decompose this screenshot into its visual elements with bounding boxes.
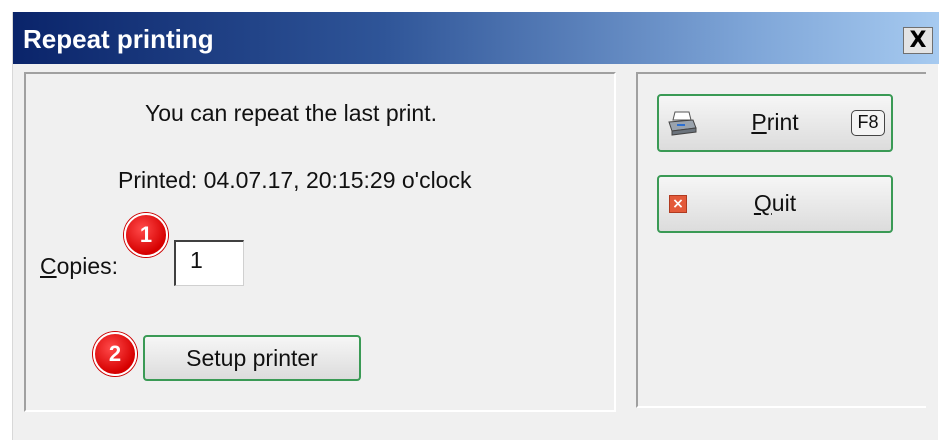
repeat-message: You can repeat the last print. bbox=[145, 100, 437, 126]
copies-label: Copies: bbox=[40, 253, 118, 280]
setup-printer-button[interactable]: Setup printer bbox=[143, 335, 361, 381]
quit-label-rest: uit bbox=[771, 190, 797, 216]
copies-label-rest: opies: bbox=[56, 253, 118, 279]
close-button[interactable]: X bbox=[903, 27, 933, 54]
title-bar[interactable]: Repeat printing X bbox=[13, 12, 939, 64]
callout-marker-1: 1 bbox=[124, 213, 168, 257]
print-label-rest: rint bbox=[766, 109, 799, 135]
close-icon: X bbox=[909, 27, 927, 53]
quit-accesskey: Q bbox=[753, 190, 772, 216]
copies-label-accesskey: C bbox=[40, 253, 57, 279]
copies-input[interactable]: 1 bbox=[174, 240, 244, 286]
print-button[interactable]: Print F8 bbox=[657, 94, 893, 152]
print-accesskey: P bbox=[751, 109, 767, 135]
callout-marker-2: 2 bbox=[93, 332, 137, 376]
quit-button-label: Quit bbox=[659, 190, 891, 217]
printed-timestamp: Printed: 04.07.17, 20:15:29 o'clock bbox=[118, 167, 472, 193]
shortcut-badge: F8 bbox=[851, 110, 885, 136]
dialog-title: Repeat printing bbox=[23, 24, 214, 54]
quit-button[interactable]: × Quit bbox=[657, 175, 893, 233]
